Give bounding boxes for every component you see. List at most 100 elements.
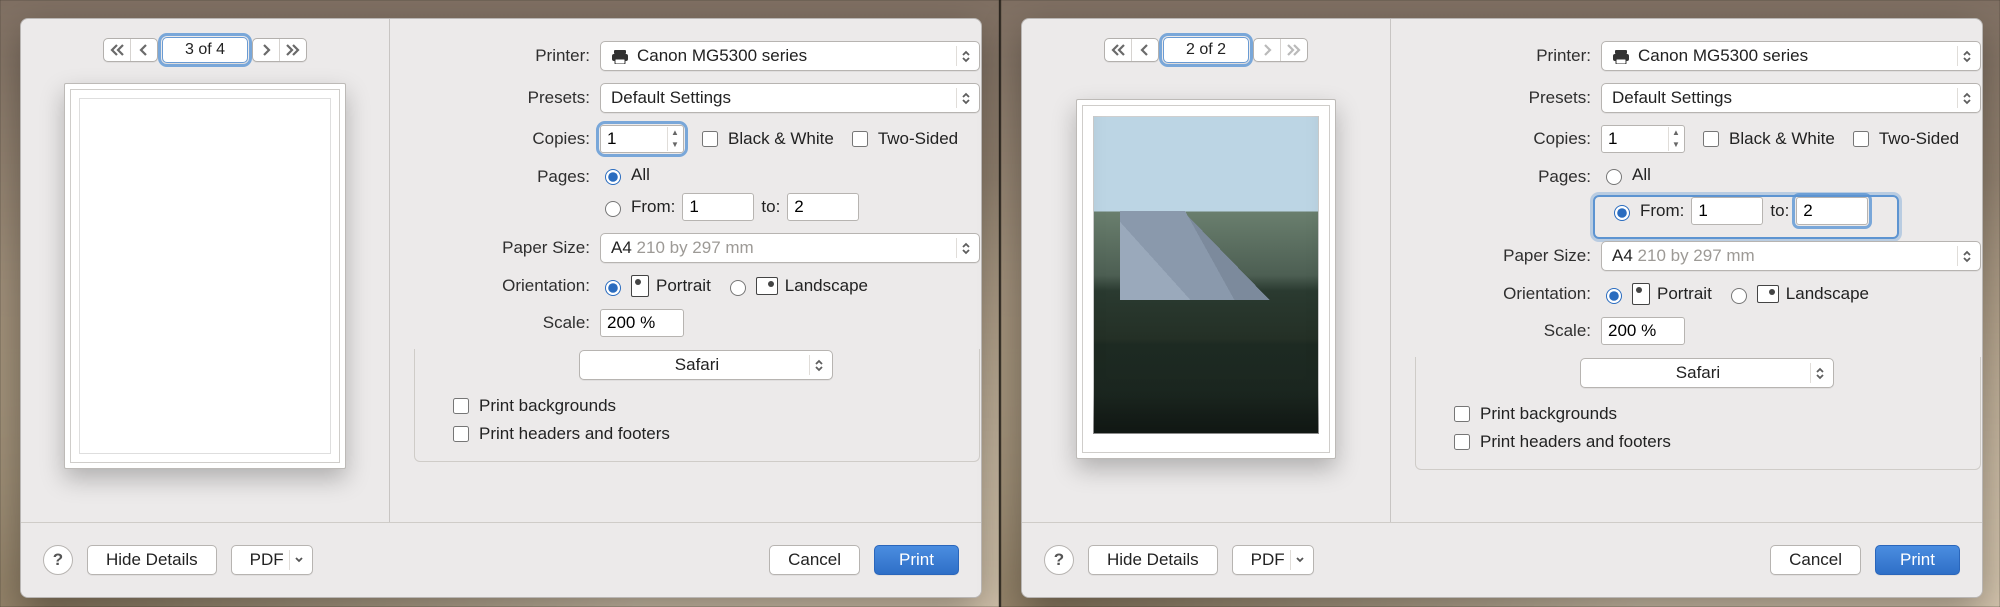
- pages-to-label: to:: [1770, 201, 1789, 221]
- paper-size-label: Paper Size:: [1391, 246, 1601, 266]
- paper-size-label: Paper Size:: [390, 238, 600, 258]
- printer-select[interactable]: Canon MG5300 series: [1601, 41, 1981, 71]
- dialog-footer: ? Hide Details PDF Cancel Print: [21, 522, 981, 597]
- print-dialog-right: 2 of 2: [1021, 18, 1983, 598]
- chevrons-icon: [1957, 246, 1976, 266]
- pages-to-input[interactable]: [1796, 197, 1868, 225]
- app-options-select[interactable]: Safari: [579, 350, 833, 380]
- preview-nav: 2 of 2: [1022, 37, 1390, 63]
- pages-to-input[interactable]: [787, 193, 859, 221]
- pages-from-label: From:: [1640, 201, 1684, 221]
- scale-label: Scale:: [1391, 321, 1601, 341]
- pages-from-radio[interactable]: From: to:: [600, 193, 859, 221]
- paper-size-select[interactable]: A4 210 by 297 mm: [1601, 241, 1981, 271]
- print-headers-footers-checkbox[interactable]: Print headers and footers: [1450, 431, 1964, 453]
- print-dialog-left: 3 of 4: [20, 18, 982, 598]
- page-indicator[interactable]: 3 of 4: [162, 37, 248, 63]
- print-button[interactable]: Print: [874, 545, 959, 575]
- printer-value: Canon MG5300 series: [1638, 46, 1808, 66]
- page-indicator[interactable]: 2 of 2: [1163, 37, 1249, 63]
- nav-last-button[interactable]: [1280, 39, 1307, 61]
- chevrons-icon: [1957, 46, 1976, 66]
- chevrons-icon: [956, 46, 975, 66]
- help-button[interactable]: ?: [43, 545, 73, 575]
- hide-details-button[interactable]: Hide Details: [1088, 545, 1218, 575]
- printer-label: Printer:: [1391, 46, 1601, 66]
- nav-next-button[interactable]: [253, 39, 279, 61]
- pdf-menu-button[interactable]: PDF: [231, 545, 313, 575]
- nav-next-button[interactable]: [1254, 39, 1280, 61]
- help-button[interactable]: ?: [1044, 545, 1074, 575]
- print-backgrounds-label: Print backgrounds: [1480, 404, 1617, 424]
- scale-label: Scale:: [390, 313, 600, 333]
- printer-value: Canon MG5300 series: [637, 46, 807, 66]
- chevron-down-icon: [1290, 550, 1309, 570]
- orientation-landscape-radio[interactable]: Landscape: [1726, 284, 1869, 304]
- nav-first-button[interactable]: [1105, 39, 1131, 61]
- black-white-checkbox[interactable]: Black & White: [1699, 128, 1835, 150]
- cancel-button[interactable]: Cancel: [769, 545, 860, 575]
- landscape-label: Landscape: [1786, 284, 1869, 304]
- print-backgrounds-checkbox[interactable]: Print backgrounds: [449, 395, 963, 417]
- nav-first-button[interactable]: [104, 39, 130, 61]
- black-white-label: Black & White: [728, 129, 834, 149]
- orientation-portrait-radio[interactable]: Portrait: [600, 275, 711, 297]
- two-sided-label: Two-Sided: [1879, 129, 1959, 149]
- paper-size-select[interactable]: A4 210 by 297 mm: [600, 233, 980, 263]
- two-sided-checkbox[interactable]: Two-Sided: [1849, 128, 1959, 150]
- copies-stepper[interactable]: ▲▼: [1601, 125, 1685, 153]
- print-headers-footers-label: Print headers and footers: [1480, 432, 1671, 452]
- page-preview: [1082, 105, 1330, 453]
- pages-from-input[interactable]: [682, 193, 754, 221]
- chevrons-icon: [956, 238, 975, 258]
- pdf-menu-button[interactable]: PDF: [1232, 545, 1314, 575]
- hide-details-button[interactable]: Hide Details: [87, 545, 217, 575]
- app-options-select[interactable]: Safari: [1580, 358, 1834, 388]
- presets-label: Presets:: [1391, 88, 1601, 108]
- copies-stepper[interactable]: ▲▼: [600, 125, 684, 153]
- pages-all-label: All: [1632, 165, 1651, 185]
- landscape-icon: [1757, 285, 1779, 303]
- presets-value: Default Settings: [1612, 88, 1732, 108]
- copies-label: Copies:: [390, 129, 600, 149]
- pages-all-radio[interactable]: All: [1601, 165, 1651, 185]
- presets-select[interactable]: Default Settings: [600, 83, 980, 113]
- stepper-arrows-icon[interactable]: ▲▼: [1668, 127, 1683, 151]
- two-sided-label: Two-Sided: [878, 129, 958, 149]
- presets-select[interactable]: Default Settings: [1601, 83, 1981, 113]
- preview-pane: 3 of 4: [21, 19, 390, 523]
- landscape-icon: [756, 277, 778, 295]
- stepper-arrows-icon[interactable]: ▲▼: [667, 127, 682, 151]
- nav-prev-button[interactable]: [130, 39, 157, 61]
- orientation-landscape-radio[interactable]: Landscape: [725, 276, 868, 296]
- scale-input[interactable]: [600, 309, 684, 337]
- pdf-label: PDF: [1251, 550, 1285, 570]
- nav-prev-button[interactable]: [1131, 39, 1158, 61]
- preview-pane: 2 of 2: [1022, 19, 1391, 523]
- two-sided-checkbox[interactable]: Two-Sided: [848, 128, 958, 150]
- orientation-label: Orientation:: [1391, 284, 1601, 304]
- dialog-footer: ? Hide Details PDF Cancel Print: [1022, 522, 1982, 597]
- pages-all-radio[interactable]: All: [600, 165, 650, 185]
- chevrons-icon: [1810, 363, 1829, 383]
- orientation-portrait-radio[interactable]: Portrait: [1601, 283, 1712, 305]
- chevrons-icon: [956, 88, 975, 108]
- nav-last-button[interactable]: [279, 39, 306, 61]
- pages-from-radio[interactable]: From: to:: [1601, 193, 1876, 229]
- black-white-checkbox[interactable]: Black & White: [698, 128, 834, 150]
- portrait-icon: [1632, 283, 1650, 305]
- preview-photo: [1093, 116, 1319, 434]
- printer-select[interactable]: Canon MG5300 series: [600, 41, 980, 71]
- pages-all-label: All: [631, 165, 650, 185]
- pdf-label: PDF: [250, 550, 284, 570]
- scale-input[interactable]: [1601, 317, 1685, 345]
- pages-to-label: to:: [761, 197, 780, 217]
- print-headers-footers-checkbox[interactable]: Print headers and footers: [449, 423, 963, 445]
- app-options-box: Safari Print backgrounds P: [414, 349, 980, 462]
- print-button[interactable]: Print: [1875, 545, 1960, 575]
- pages-from-input[interactable]: [1691, 197, 1763, 225]
- chevrons-icon: [1957, 88, 1976, 108]
- cancel-button[interactable]: Cancel: [1770, 545, 1861, 575]
- print-backgrounds-checkbox[interactable]: Print backgrounds: [1450, 403, 1964, 425]
- chevrons-icon: [809, 355, 828, 375]
